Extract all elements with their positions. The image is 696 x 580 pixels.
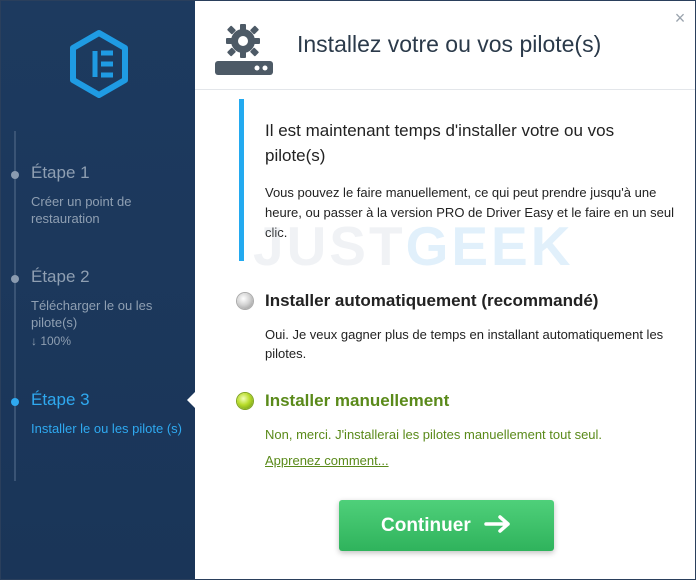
step-2-title: Étape 2 xyxy=(31,267,90,286)
info-accent-bar xyxy=(239,99,244,261)
auto-install-desc: Oui. Je veux gagner plus de temps en ins… xyxy=(265,327,664,361)
watermark-geek: GEEK xyxy=(405,215,574,277)
learn-how-link[interactable]: Apprenez comment... xyxy=(265,453,389,468)
arrow-right-icon xyxy=(484,515,510,533)
step-2-dot xyxy=(11,275,19,283)
close-button[interactable]: × xyxy=(671,9,689,27)
step-2-progress: ↓ 100% xyxy=(31,334,72,348)
step-2-desc: Télécharger le ou les pilote(s) xyxy=(31,298,153,330)
installer-window: Étape 1 Créer un point de restauration É… xyxy=(0,0,696,580)
step-1-desc: Créer un point de restauration xyxy=(31,194,132,226)
step-1-dot xyxy=(11,171,19,179)
info-title: Il est maintenant temps d'installer votr… xyxy=(265,121,615,165)
gear-install-icon xyxy=(215,24,273,75)
auto-install-radio[interactable] xyxy=(237,293,253,309)
page-title: Installez votre ou vos pilote(s) xyxy=(297,31,602,57)
step-3-dot xyxy=(11,398,19,406)
auto-install-label[interactable]: Installer automatiquement (recommandé) xyxy=(265,291,598,311)
manual-install-desc: Non, merci. J'installerai les pilotes ma… xyxy=(265,427,603,442)
manual-install-radio[interactable] xyxy=(237,393,253,409)
continue-button-label: Continuer xyxy=(381,515,471,536)
driver-easy-logo xyxy=(70,30,128,98)
watermark-just: JUST xyxy=(253,215,406,277)
step-3-desc: Installer le ou les pilote (s) xyxy=(31,421,183,436)
header: Installez votre ou vos pilote(s) xyxy=(195,1,695,90)
active-step-pointer xyxy=(187,391,196,409)
steps-timeline xyxy=(14,131,16,481)
continue-button[interactable]: Continuer xyxy=(339,500,554,551)
watermark: JUSTGEEK xyxy=(253,214,573,278)
manual-install-label[interactable]: Installer manuellement xyxy=(265,391,449,411)
step-1-title: Étape 1 xyxy=(31,163,90,182)
step-3-title: Étape 3 xyxy=(31,390,90,409)
sidebar: Étape 1 Créer un point de restauration É… xyxy=(1,1,196,579)
